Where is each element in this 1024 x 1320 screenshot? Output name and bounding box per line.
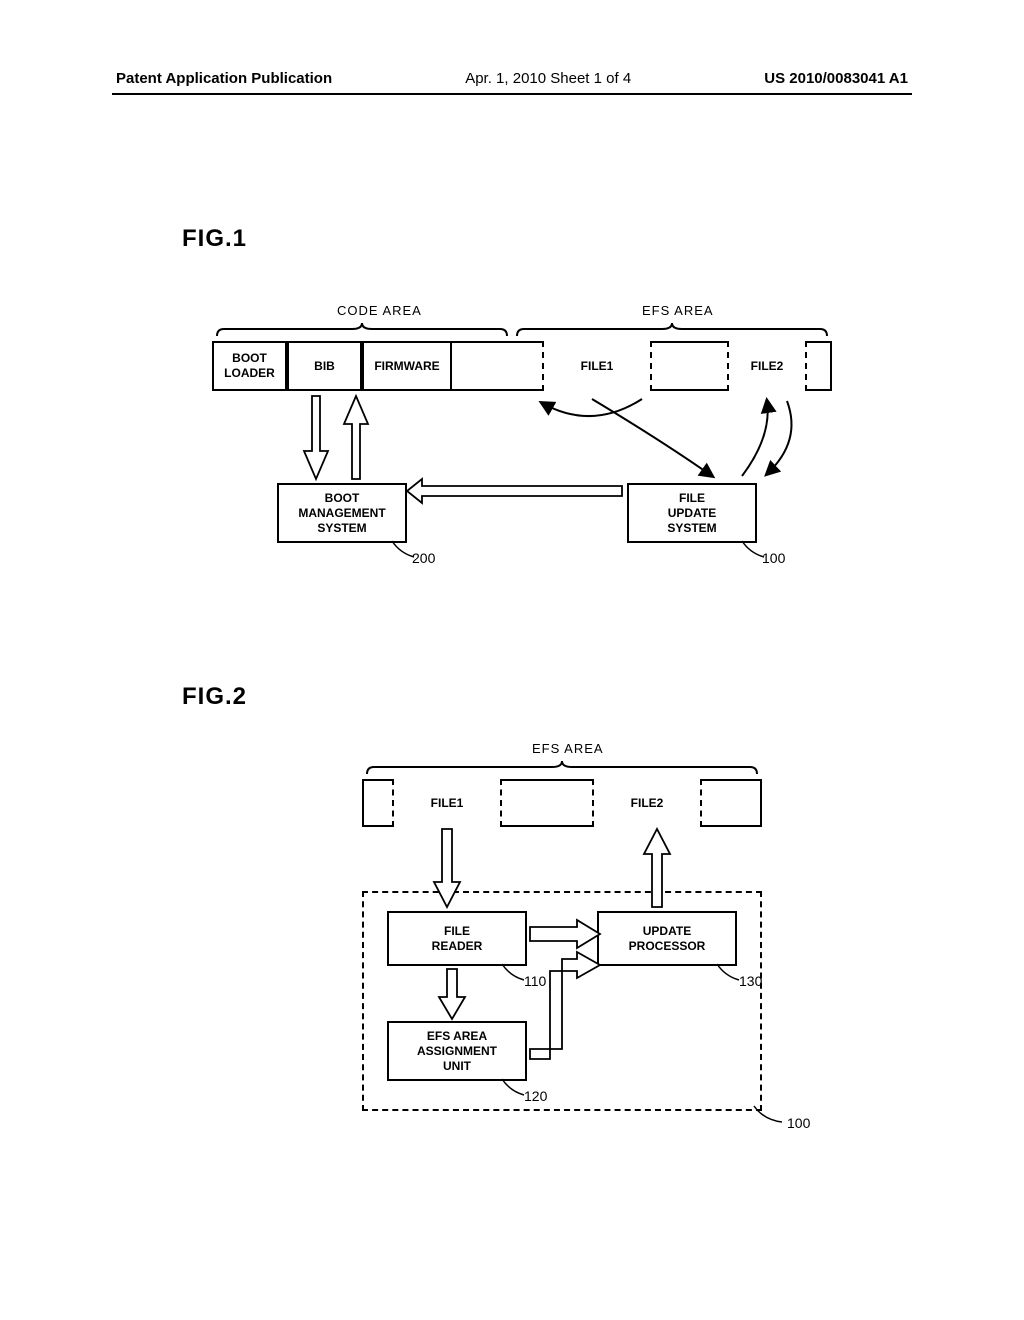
ref-200: 200 (412, 550, 435, 566)
boot-loader-cell: BOOTLOADER (212, 341, 287, 391)
file-update-system: FILEUPDATESYSTEM (627, 483, 757, 543)
figure-2-label: FIG.2 (182, 683, 912, 711)
file1-cell-2: FILE1 (392, 779, 502, 827)
header-right: US 2010/0083041 A1 (764, 70, 908, 87)
ref-100-fig2: 100 (787, 1115, 810, 1131)
header-mid: Apr. 1, 2010 Sheet 1 of 4 (465, 70, 631, 87)
file2-cell-2: FILE2 (592, 779, 702, 827)
fig1-arrows (212, 391, 832, 486)
bib-cell: BIB (287, 341, 362, 391)
efs-area-label-2: EFS AREA (532, 741, 604, 756)
file1-cell: FILE1 (542, 341, 652, 391)
header-left: Patent Application Publication (116, 70, 332, 87)
brace-fig2 (362, 759, 762, 777)
firmware-cell: FIRMWARE (362, 341, 452, 391)
page-header: Patent Application Publication Apr. 1, 2… (112, 70, 912, 95)
fig2-arrows (362, 827, 762, 1117)
figure-2-diagram: EFS AREA FILE1 FILE2 FILEREADER UPDATEPR… (112, 741, 912, 1161)
figure-1-diagram: CODE AREA EFS AREA BOOTLOADER BIB FIRMWA… (112, 303, 912, 613)
brace-row (212, 321, 832, 339)
file2-cell: FILE2 (727, 341, 807, 391)
code-area-label: CODE AREA (337, 303, 422, 318)
boot-mgmt-system: BOOTMANAGEMENTSYSTEM (277, 483, 407, 543)
efs-area-label: EFS AREA (642, 303, 714, 318)
ref-100-fig1: 100 (762, 550, 785, 566)
figure-1-label: FIG.1 (182, 225, 912, 253)
